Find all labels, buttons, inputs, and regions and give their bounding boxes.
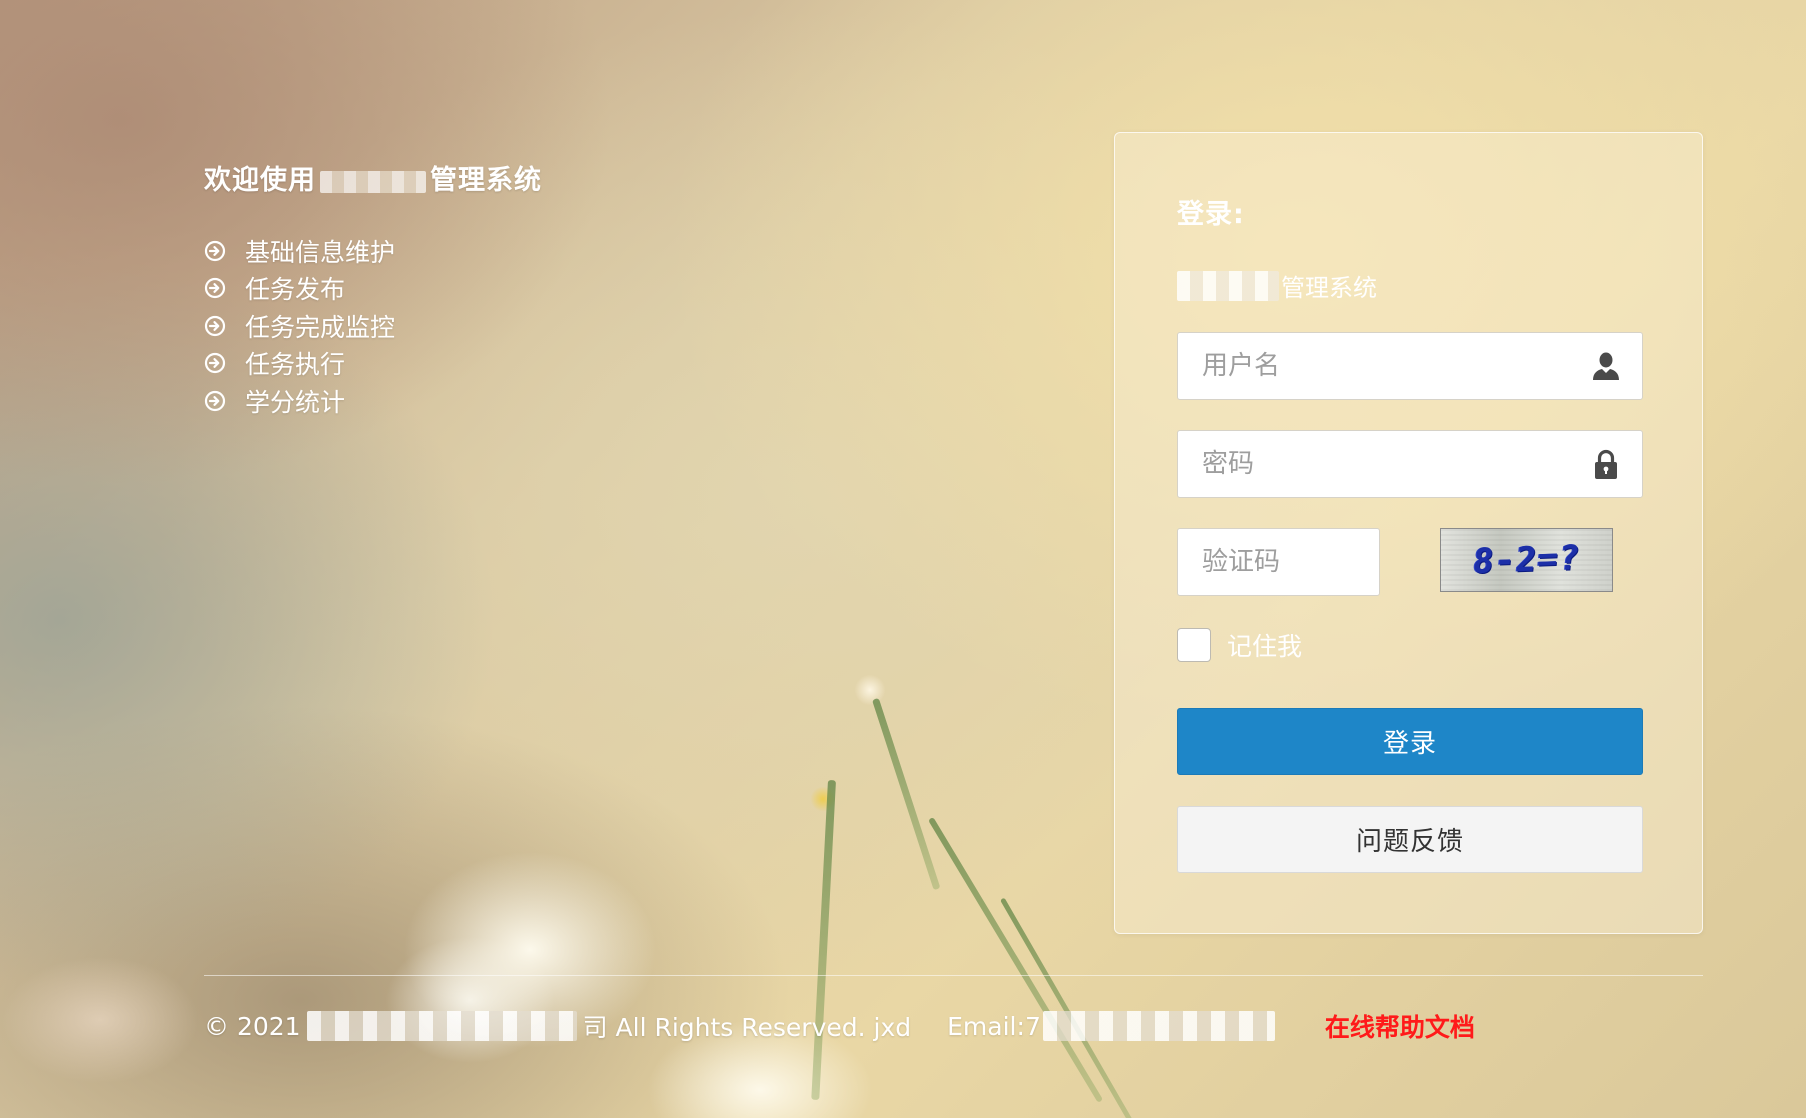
redacted-company-name bbox=[306, 1011, 577, 1041]
circle-arrow-right-icon bbox=[204, 315, 226, 336]
username-input[interactable] bbox=[1178, 333, 1642, 399]
remember-checkbox[interactable] bbox=[1177, 628, 1211, 662]
remember-label: 记住我 bbox=[1227, 632, 1303, 661]
lock-icon bbox=[1595, 449, 1617, 479]
feature-item: 任务执行 bbox=[204, 345, 395, 383]
feature-list: 基础信息维护 任务发布 任务完成监控 任务执行 学分统计 bbox=[204, 232, 395, 420]
email-value-prefix: 7 bbox=[1024, 1011, 1041, 1041]
password-input[interactable] bbox=[1178, 431, 1642, 497]
captcha-text: 8-2=? bbox=[1470, 538, 1583, 582]
welcome-title: 欢迎使用 管理系统 bbox=[204, 158, 542, 197]
feature-item: 基础信息维护 bbox=[204, 232, 395, 270]
captcha-image[interactable]: 8-2=? bbox=[1440, 528, 1613, 592]
feature-item: 任务发布 bbox=[204, 270, 395, 308]
user-icon bbox=[1593, 352, 1619, 380]
footer-divider bbox=[204, 975, 1703, 976]
circle-arrow-right-icon bbox=[204, 278, 226, 299]
captcha-field bbox=[1177, 528, 1380, 596]
feedback-button[interactable]: 问题反馈 bbox=[1177, 806, 1643, 873]
circle-arrow-right-icon bbox=[204, 390, 226, 411]
feature-label: 任务发布 bbox=[245, 275, 346, 305]
login-card: 登录: 管理系统 8-2=? bbox=[1114, 132, 1703, 934]
remember-me[interactable]: 记住我 bbox=[1177, 627, 1302, 663]
login-button[interactable]: 登录 bbox=[1177, 708, 1643, 775]
system-name-label: 管理系统 bbox=[1281, 274, 1377, 302]
login-title: 登录: bbox=[1177, 199, 1245, 230]
feature-label: 基础信息维护 bbox=[245, 237, 396, 267]
feature-label: 任务执行 bbox=[245, 350, 346, 380]
welcome-prefix: 欢迎使用 bbox=[204, 165, 316, 196]
feature-label: 学分统计 bbox=[245, 387, 346, 417]
system-name: 管理系统 bbox=[1177, 268, 1377, 303]
captcha-input[interactable] bbox=[1178, 529, 1379, 595]
login-page: 欢迎使用 管理系统 基础信息维护 任务发布 任务完成监控 任务执行 学分统计 登录… bbox=[0, 0, 1806, 1118]
feature-label: 任务完成监控 bbox=[245, 312, 396, 342]
feature-item: 任务完成监控 bbox=[204, 307, 395, 345]
redacted-email bbox=[1042, 1011, 1275, 1041]
welcome-suffix: 管理系统 bbox=[430, 165, 542, 196]
password-field bbox=[1177, 430, 1643, 498]
redacted-system-name bbox=[1177, 270, 1279, 301]
help-docs-link[interactable]: 在线帮助文档 bbox=[1325, 1008, 1475, 1044]
copyright-prefix: © 2021 bbox=[204, 1011, 301, 1041]
feature-item: 学分统计 bbox=[204, 382, 395, 420]
redacted-system-name bbox=[320, 170, 426, 193]
circle-arrow-right-icon bbox=[204, 353, 226, 374]
username-field bbox=[1177, 332, 1643, 400]
copyright-suffix: 司 All Rights Reserved. jxd bbox=[582, 1013, 912, 1042]
footer: © 2021 司 All Rights Reserved. jxd Email:… bbox=[204, 1008, 1475, 1044]
circle-arrow-right-icon bbox=[204, 240, 226, 261]
email-label: Email: bbox=[947, 1011, 1025, 1041]
